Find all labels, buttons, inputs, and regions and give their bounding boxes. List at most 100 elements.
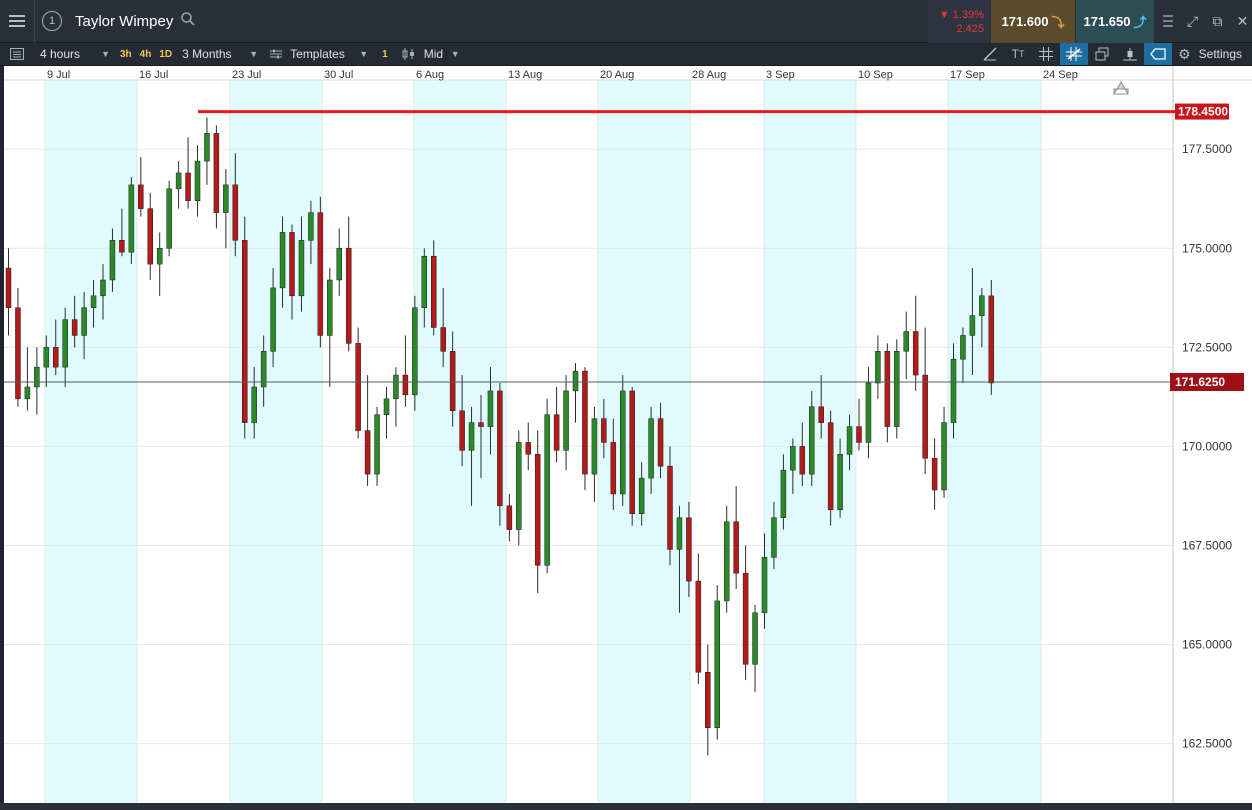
candle-body [62, 319, 68, 368]
y-axis-labels: 177.5000 175.0000 172.5000 170.0000 167.5000… [1182, 142, 1232, 750]
candle-body [24, 386, 31, 400]
search-icon[interactable] [181, 12, 195, 30]
candle-body [846, 426, 853, 455]
candle-type-icon [402, 48, 414, 60]
text-tool-icon[interactable]: TT [1004, 43, 1032, 65]
candle-body [383, 398, 390, 415]
duplicate-icon[interactable] [1088, 43, 1116, 65]
candle-body [109, 240, 116, 281]
candle-body [742, 572, 749, 665]
chevron-down-icon: ▼ [249, 49, 259, 59]
x-tick-label: 17 Sep [950, 69, 985, 81]
resistance-price-label: 178.4500 [1178, 105, 1228, 119]
candle-body [185, 172, 191, 201]
price-tag-icon[interactable] [1144, 43, 1173, 65]
candle-body [440, 327, 446, 352]
chart-toolbar: 4 hours ▼ 3h 4h 1D 3 Months ▼ Templates … [0, 43, 1252, 66]
y-tick-label: 172.5000 [1182, 340, 1232, 354]
x-tick-label: 10 Sep [858, 69, 893, 81]
range-select[interactable]: 3 Months ▼ [176, 43, 264, 65]
candle-body [251, 386, 257, 423]
candle-body [487, 390, 494, 427]
candle-body [941, 422, 947, 491]
settings-label: Settings [1198, 47, 1242, 61]
week-shade [598, 66, 690, 803]
candle-body [638, 477, 645, 514]
candle-body [912, 331, 919, 376]
price-type-label: Mid [423, 47, 444, 61]
settings-button[interactable]: ⚙ Settings [1172, 43, 1252, 65]
layout-count[interactable]: 1 [374, 43, 396, 65]
draw-line-icon[interactable] [976, 43, 1004, 65]
expand-icon[interactable]: ⤢ [1180, 0, 1205, 43]
candle-body [837, 454, 843, 511]
chevron-down-icon: ▼ [359, 49, 369, 59]
candle-body [960, 335, 966, 360]
y-tick-label: 170.0000 [1182, 439, 1232, 453]
candle-body [676, 517, 683, 550]
candle-icon[interactable] [1116, 43, 1144, 65]
candle-body [525, 442, 531, 455]
bottom-status-bar [0, 803, 1252, 810]
y-tick-label: 175.0000 [1182, 241, 1232, 255]
gear-icon: ⚙ [1178, 45, 1191, 62]
candle-body [790, 446, 796, 471]
candle-body [15, 307, 21, 400]
interval-select[interactable]: 4 hours ▼ [34, 43, 116, 65]
candle-body [705, 671, 711, 728]
quick-interval-1d[interactable]: 1D [155, 43, 176, 65]
candle-body [875, 351, 881, 384]
chart-list-button[interactable] [0, 43, 34, 65]
hamburger-icon[interactable] [0, 0, 34, 43]
popout-icon[interactable]: ⧉ [1205, 0, 1230, 43]
candle-body [478, 422, 484, 427]
header-bar: 1 Taylor Wimpey ▼ 1.39% 2.425 171.600 ⤵ … [0, 0, 1252, 43]
week-shading [45, 66, 1041, 803]
price-type-select[interactable]: Mid ▼ [396, 43, 466, 65]
link-group-button[interactable]: 1 [35, 0, 69, 43]
candle-body [242, 240, 248, 423]
y-tick-label: 162.5000 [1182, 737, 1232, 751]
grip-icon[interactable] [1155, 0, 1180, 43]
candle-body [827, 422, 834, 511]
crosshair-grid-icon[interactable] [1060, 43, 1089, 65]
candle-body [979, 295, 985, 316]
candle-body [431, 255, 437, 328]
quick-interval-4h[interactable]: 4h [136, 43, 156, 65]
x-tick-label: 16 Jul [139, 69, 168, 81]
y-tick-label: 165.0000 [1182, 638, 1232, 652]
close-icon[interactable]: ✕ [1230, 0, 1252, 43]
x-tick-label: 6 Aug [416, 69, 444, 81]
candle-body [34, 366, 40, 388]
buy-button[interactable]: 171.650 ⤴ [1076, 0, 1154, 43]
candle-body [516, 442, 522, 530]
price-chart[interactable]: 9 Jul 16 Jul 23 Jul 30 Jul 6 Aug 13 Aug 20 Aug… [4, 66, 1252, 803]
candle-body [327, 279, 333, 336]
change-abs: 2.425 [956, 23, 984, 35]
chart-area[interactable]: 9 Jul 16 Jul 23 Jul 30 Jul 6 Aug 13 Aug 20 Aug… [4, 66, 1252, 803]
scroll-home-icon[interactable] [1113, 81, 1129, 95]
candle-body [119, 240, 125, 253]
candle-body [204, 133, 210, 162]
quick-interval-3h[interactable]: 3h [116, 43, 136, 65]
candle-body [223, 184, 229, 213]
candle-body [393, 374, 399, 400]
templates-select[interactable]: Templates ▼ [264, 43, 374, 65]
sell-button[interactable]: 171.600 ⤵ [991, 0, 1075, 43]
buy-arrow-icon: ⤴ [1133, 15, 1147, 30]
x-tick-label: 24 Sep [1043, 69, 1078, 81]
candle-body [865, 382, 872, 443]
candle-body [563, 390, 569, 451]
sell-arrow-icon: ⤵ [1051, 15, 1065, 30]
grid-icon[interactable] [1032, 43, 1060, 65]
candle-body [355, 343, 361, 431]
candle-body [270, 287, 276, 352]
candle-body [128, 184, 135, 253]
y-tick-label: 167.5000 [1182, 538, 1232, 552]
candle-body [156, 248, 163, 265]
range-label: 3 Months [182, 47, 232, 61]
candle-body [100, 279, 106, 297]
candle-body [686, 517, 692, 582]
candle-body [572, 370, 579, 392]
candle-body [345, 248, 352, 344]
